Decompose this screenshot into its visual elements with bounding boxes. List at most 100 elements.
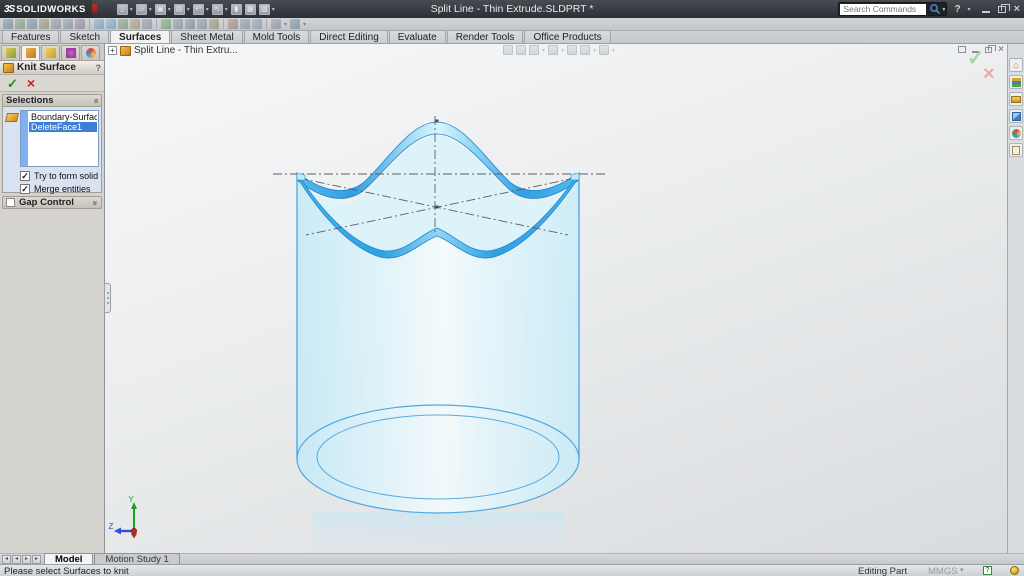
try-to-form-solid-option[interactable]: ✓ Try to form solid xyxy=(20,171,98,181)
feature-help-icon[interactable]: ? xyxy=(96,63,102,73)
search-dropdown-icon[interactable]: ▾ xyxy=(942,6,945,13)
tab-office-products[interactable]: Office Products xyxy=(524,30,610,43)
appearances-icon[interactable] xyxy=(580,45,590,55)
confirmation-ok-button[interactable]: ✓ xyxy=(967,46,985,71)
file-properties-icon[interactable]: ▦ xyxy=(245,4,256,15)
next-tab-button[interactable]: ▸ xyxy=(22,555,31,564)
minimize-button[interactable] xyxy=(982,11,990,13)
save-dropdown-icon[interactable]: ▾ xyxy=(168,6,171,13)
tab-direct-editing[interactable]: Direct Editing xyxy=(310,30,387,43)
restore-button[interactable] xyxy=(998,6,1006,13)
print-icon[interactable]: ▤ xyxy=(174,4,185,15)
display-manager-tab[interactable] xyxy=(81,45,100,60)
toolbar-icon[interactable] xyxy=(209,19,219,29)
hide-show-items-icon[interactable] xyxy=(567,45,577,55)
options-icon[interactable]: ▧ xyxy=(259,4,270,15)
tab-features[interactable]: Features xyxy=(2,30,59,43)
open-dropdown-icon[interactable]: ▾ xyxy=(149,6,152,13)
merge-entities-option[interactable]: ✓ Merge entities xyxy=(20,184,91,194)
tree-expand-icon[interactable]: + xyxy=(108,46,117,55)
toolbar-icon[interactable] xyxy=(290,19,300,29)
tab-mold-tools[interactable]: Mold Tools xyxy=(244,30,310,43)
toolbar-icon[interactable] xyxy=(252,19,262,29)
tab-render-tools[interactable]: Render Tools xyxy=(447,30,524,43)
design-library-icon[interactable] xyxy=(1009,75,1023,89)
tab-sketch[interactable]: Sketch xyxy=(60,30,109,43)
solidworks-resources-icon[interactable]: ⌂ xyxy=(1009,58,1023,72)
model-canvas[interactable] xyxy=(105,44,1007,553)
doc-restore-icon[interactable] xyxy=(985,47,992,53)
undo-icon[interactable]: ↶ xyxy=(193,4,204,15)
toolbar-icon[interactable] xyxy=(271,19,281,29)
tab-surfaces[interactable]: Surfaces xyxy=(110,30,170,43)
previous-tab-button[interactable]: ◂ xyxy=(12,555,21,564)
toolbar-icon[interactable] xyxy=(142,19,152,29)
close-button[interactable]: × xyxy=(1014,4,1020,14)
motion-study-tab[interactable]: Motion Study 1 xyxy=(94,553,179,564)
rebuild-icon[interactable]: ▮ xyxy=(231,4,242,15)
appearances-scenes-icon[interactable] xyxy=(1009,126,1023,140)
part-name[interactable]: Split Line - Thin Extru... xyxy=(134,45,238,56)
zoom-fit-icon[interactable] xyxy=(503,45,513,55)
checkbox-checked[interactable]: ✓ xyxy=(20,171,30,181)
toolbar-icon[interactable] xyxy=(228,19,238,29)
undo-dropdown-icon[interactable]: ▾ xyxy=(206,6,209,13)
toolbar-icon[interactable] xyxy=(3,19,13,29)
save-icon[interactable]: ▣ xyxy=(155,4,166,15)
doc-close-icon[interactable]: × xyxy=(998,45,1004,54)
display-style-dropdown-icon[interactable]: ▾ xyxy=(561,47,564,54)
gap-control-group-header[interactable]: Gap Control » xyxy=(2,196,102,209)
collapse-chevron-icon[interactable]: » xyxy=(90,98,100,103)
toolbar-icon[interactable] xyxy=(94,19,104,29)
toolbar-icon[interactable] xyxy=(106,19,116,29)
view-orientation-dropdown-icon[interactable]: ▾ xyxy=(542,47,545,54)
appearances-dropdown-icon[interactable]: ▾ xyxy=(593,47,596,54)
panel-splitter-handle[interactable] xyxy=(104,283,111,313)
toolbar-icon[interactable] xyxy=(173,19,183,29)
display-style-icon[interactable] xyxy=(548,45,558,55)
new-document-icon[interactable]: ▯ xyxy=(117,4,128,15)
toolbar-icon[interactable] xyxy=(63,19,73,29)
zoom-area-icon[interactable] xyxy=(516,45,526,55)
scene-dropdown-icon[interactable]: ▾ xyxy=(612,47,615,54)
toolbar-icon[interactable] xyxy=(39,19,49,29)
solidworks-logo[interactable]: 3S SOLIDWORKS xyxy=(0,0,92,18)
first-tab-button[interactable]: ◂ xyxy=(2,555,11,564)
feature-manager-tab[interactable] xyxy=(1,45,20,60)
dimxpert-manager-tab[interactable] xyxy=(61,45,80,60)
help-button[interactable]: ? xyxy=(954,4,960,15)
list-item-selected[interactable]: DeleteFace1 xyxy=(29,122,97,132)
file-explorer-icon[interactable] xyxy=(1009,92,1023,106)
scene-icon[interactable] xyxy=(599,45,609,55)
toolbar-icon[interactable] xyxy=(118,19,128,29)
new-dropdown-icon[interactable]: ▾ xyxy=(130,6,133,13)
toolbar-icon[interactable] xyxy=(130,19,140,29)
selections-group-header[interactable]: Selections » xyxy=(2,94,102,107)
custom-properties-tag-icon[interactable]: ? xyxy=(983,566,992,575)
search-input[interactable] xyxy=(840,4,926,15)
configuration-manager-tab[interactable] xyxy=(41,45,60,60)
toolbar-icon[interactable] xyxy=(240,19,250,29)
assistant-coin-icon[interactable] xyxy=(1010,566,1019,575)
toolbar-dropdown-icon[interactable]: ▾ xyxy=(284,21,287,28)
toolbar-icon[interactable] xyxy=(161,19,171,29)
search-icon[interactable] xyxy=(929,3,941,15)
toolbar-icon[interactable] xyxy=(15,19,25,29)
tab-sheet-metal[interactable]: Sheet Metal xyxy=(171,30,242,43)
expand-chevron-icon[interactable]: » xyxy=(90,200,100,205)
custom-properties-icon[interactable] xyxy=(1009,143,1023,157)
toolbar-icon[interactable] xyxy=(185,19,195,29)
select-icon[interactable]: ↖ xyxy=(212,4,223,15)
toolbar-icon[interactable] xyxy=(51,19,61,29)
select-dropdown-icon[interactable]: ▾ xyxy=(225,6,228,13)
wall-edge-right[interactable] xyxy=(571,173,579,180)
selection-list-box[interactable]: Boundary-Surface2 DeleteFace1 xyxy=(20,110,99,167)
tab-evaluate[interactable]: Evaluate xyxy=(389,30,446,43)
last-tab-button[interactable]: ▸ xyxy=(32,555,41,564)
toolbar-icon[interactable] xyxy=(75,19,85,29)
open-icon[interactable]: ▱ xyxy=(136,4,147,15)
ok-button[interactable]: ✓ xyxy=(7,77,18,90)
list-item[interactable]: Boundary-Surface2 xyxy=(29,112,97,122)
units-label[interactable]: MMGS xyxy=(928,566,958,576)
help-dropdown-icon[interactable]: ▾ xyxy=(968,6,971,13)
